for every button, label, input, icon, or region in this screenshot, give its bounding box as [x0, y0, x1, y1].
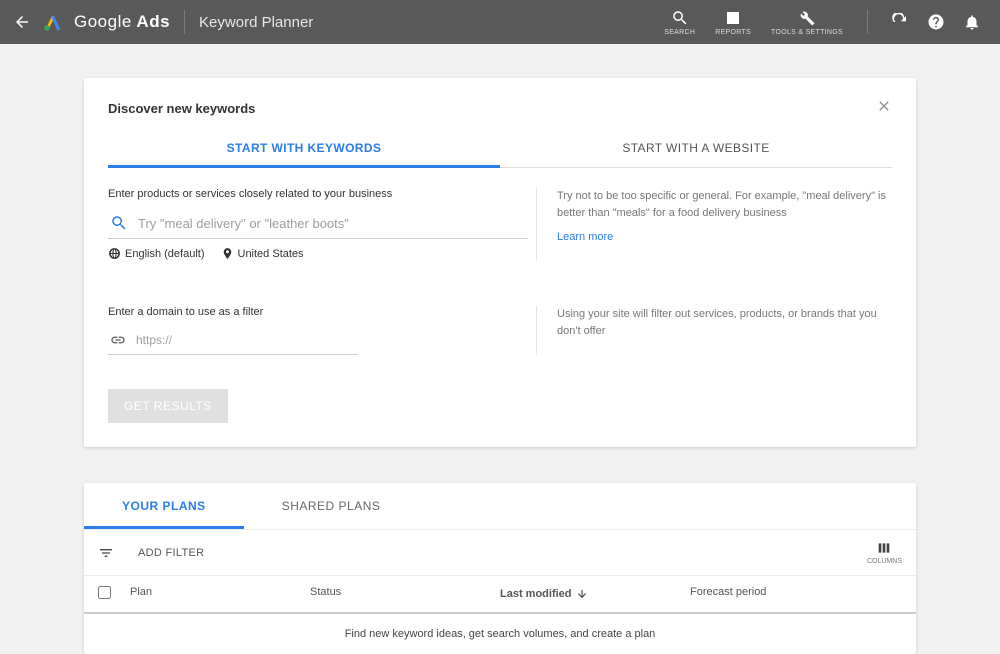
learn-more-link[interactable]: Learn more — [557, 229, 613, 246]
tab-your-plans[interactable]: YOUR PLANS — [84, 483, 244, 529]
search-icon — [110, 214, 128, 232]
location-icon — [221, 247, 234, 260]
columns-icon — [876, 540, 892, 556]
domain-input[interactable] — [136, 333, 358, 347]
columns-button[interactable]: COLUMNS — [867, 540, 902, 565]
tab-start-keywords[interactable]: START WITH KEYWORDS — [108, 129, 500, 168]
plans-table-header: Plan Status Last modified Forecast perio… — [84, 576, 916, 614]
discover-keywords-card: Discover new keywords START WITH KEYWORD… — [84, 78, 916, 447]
close-button[interactable] — [876, 98, 892, 119]
products-label: Enter products or services closely relat… — [108, 188, 528, 200]
domain-tip-panel: Using your site will filter out services… — [536, 306, 892, 355]
app-header: Google Ads Keyword Planner SEARCH REPORT… — [0, 0, 1000, 44]
tab-start-website[interactable]: START WITH A WEBSITE — [500, 129, 892, 168]
col-last-modified[interactable]: Last modified — [500, 586, 690, 602]
add-filter-button[interactable]: ADD FILTER — [138, 547, 204, 559]
tab-shared-plans[interactable]: SHARED PLANS — [244, 483, 419, 529]
filter-icon[interactable] — [98, 545, 114, 561]
location-selector[interactable]: United States — [221, 247, 304, 260]
language-selector[interactable]: English (default) — [108, 247, 205, 260]
header-divider-2 — [867, 10, 868, 34]
col-plan[interactable]: Plan — [130, 586, 310, 602]
select-all-checkbox[interactable] — [98, 586, 111, 599]
brand-name: Google Ads — [74, 12, 170, 32]
globe-icon — [108, 247, 121, 260]
keyword-input[interactable] — [138, 216, 528, 231]
search-tool[interactable]: SEARCH — [654, 9, 705, 36]
sort-down-icon — [576, 588, 588, 600]
domain-input-wrap[interactable] — [108, 328, 358, 355]
tools-settings[interactable]: TOOLS & SETTINGS — [761, 9, 853, 36]
discover-title: Discover new keywords — [108, 101, 876, 116]
plans-empty-state: Find new keyword ideas, get search volum… — [84, 614, 916, 654]
back-button[interactable] — [10, 10, 34, 34]
header-divider — [184, 10, 185, 34]
col-status[interactable]: Status — [310, 586, 500, 602]
google-ads-logo — [42, 11, 64, 33]
refresh-icon[interactable] — [888, 10, 912, 34]
col-forecast[interactable]: Forecast period — [690, 586, 902, 602]
notifications-icon[interactable] — [960, 10, 984, 34]
keyword-input-wrap[interactable] — [108, 210, 528, 239]
plans-card: YOUR PLANS SHARED PLANS ADD FILTER COLUM… — [84, 483, 916, 654]
link-icon — [110, 332, 126, 348]
get-results-button[interactable]: GET RESULTS — [108, 389, 228, 423]
domain-label: Enter a domain to use as a filter — [108, 306, 528, 318]
page-title: Keyword Planner — [199, 14, 313, 31]
help-icon[interactable] — [924, 10, 948, 34]
tip-panel: Try not to be too specific or general. F… — [536, 188, 892, 260]
reports-tool[interactable]: REPORTS — [705, 9, 761, 36]
